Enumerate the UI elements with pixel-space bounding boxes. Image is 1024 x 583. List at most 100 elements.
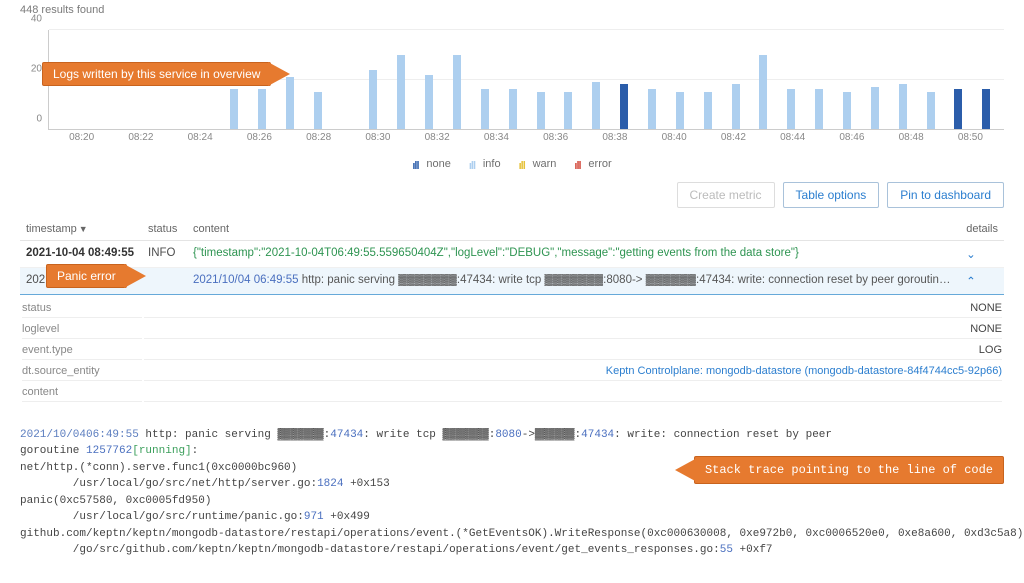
- collapse-toggle[interactable]: ⌃: [959, 268, 1004, 295]
- x-tick: 08:50: [941, 132, 1000, 150]
- bar-slot[interactable]: [499, 30, 527, 129]
- x-tick: 08:26: [230, 132, 289, 150]
- table-toolbar: Create metric Table options Pin to dashb…: [20, 178, 1004, 218]
- bar-slot[interactable]: [805, 30, 833, 129]
- table-options-button[interactable]: Table options: [783, 182, 880, 208]
- chart-bar: [732, 84, 740, 129]
- kv-val: LOG: [144, 341, 1002, 360]
- chart-bar: [314, 92, 322, 129]
- x-tick: 08:36: [526, 132, 585, 150]
- bar-slot[interactable]: [972, 30, 1000, 129]
- chart-bar: [397, 55, 405, 129]
- legend-swatch-icon: ıll: [519, 160, 529, 168]
- legend-swatch-icon: ıll: [412, 160, 422, 168]
- legend-label: none: [426, 158, 450, 170]
- chevron-down-icon: ⌄: [965, 247, 977, 261]
- bar-slot[interactable]: [387, 30, 415, 129]
- col-status[interactable]: status: [142, 218, 187, 241]
- col-details[interactable]: details: [959, 218, 1004, 241]
- results-count: 448 results found: [20, 0, 1004, 20]
- chart-bar: [230, 89, 238, 129]
- chart-bar: [759, 55, 767, 129]
- x-tick: 08:40: [645, 132, 704, 150]
- col-content[interactable]: content: [187, 218, 959, 241]
- cell-content: {"timestamp":"2021-10-04T06:49:55.559650…: [187, 241, 959, 268]
- x-tick: 08:46: [822, 132, 881, 150]
- chart-legend: ıllnoneıllinfoıllwarnıllerror: [20, 156, 1004, 178]
- chart-bar: [564, 92, 572, 129]
- x-tick: 08:44: [763, 132, 822, 150]
- bar-slot[interactable]: [415, 30, 443, 129]
- expand-toggle[interactable]: ⌄: [959, 241, 1004, 268]
- bar-slot[interactable]: [332, 30, 360, 129]
- bar-slot[interactable]: [945, 30, 973, 129]
- stack-trace: 2021/10/0406:49:55 http: panic serving ▓…: [20, 410, 1004, 575]
- detail-kv-table: statusNONE loglevelNONE event.typeLOG dt…: [20, 297, 1004, 404]
- col-timestamp[interactable]: timestamp▼: [20, 218, 142, 241]
- bar-slot[interactable]: [889, 30, 917, 129]
- chart-bar: [871, 87, 879, 129]
- cell-status: [142, 268, 187, 295]
- chart-bar: [787, 89, 795, 129]
- bar-slot[interactable]: [359, 30, 387, 129]
- kv-val: NONE: [144, 320, 1002, 339]
- x-tick: 08:20: [52, 132, 111, 150]
- chart-bar: [954, 89, 962, 129]
- chart-bar: [899, 84, 907, 129]
- bar-slot[interactable]: [527, 30, 555, 129]
- y-tick: 0: [36, 114, 42, 125]
- legend-swatch-icon: ıll: [469, 160, 479, 168]
- legend-item-info[interactable]: ıllinfo: [469, 158, 501, 170]
- chart-bar: [815, 89, 823, 129]
- bar-slot[interactable]: [582, 30, 610, 129]
- source-entity-link[interactable]: Keptn Controlplane: mongodb-datastore (m…: [144, 362, 1002, 381]
- log-histogram-chart: Logs written by this service in overview…: [20, 20, 1004, 150]
- bar-slot[interactable]: [666, 30, 694, 129]
- legend-item-warn[interactable]: ıllwarn: [519, 158, 557, 170]
- x-axis: 08:2008:2208:2408:2608:2808:3008:3208:34…: [48, 132, 1004, 150]
- x-tick: 08:38: [585, 132, 644, 150]
- x-tick: 08:30: [348, 132, 407, 150]
- chart-bar: [676, 92, 684, 129]
- bar-slot[interactable]: [443, 30, 471, 129]
- table-row[interactable]: 2021-10-04 08:49:55 INFO {"timestamp":"2…: [20, 241, 1004, 268]
- x-tick: 08:42: [704, 132, 763, 150]
- kv-val: NONE: [144, 299, 1002, 318]
- chart-bar: [481, 89, 489, 129]
- chart-bar: [258, 89, 266, 129]
- legend-item-error[interactable]: ıllerror: [574, 158, 611, 170]
- kv-key: dt.source_entity: [22, 362, 142, 381]
- legend-item-none[interactable]: ıllnone: [412, 158, 450, 170]
- chart-bar: [453, 55, 461, 129]
- chart-bar: [369, 70, 377, 129]
- x-tick: 08:34: [467, 132, 526, 150]
- y-tick: 20: [31, 64, 42, 75]
- bar-slot[interactable]: [304, 30, 332, 129]
- bar-slot[interactable]: [833, 30, 861, 129]
- pin-to-dashboard-button[interactable]: Pin to dashboard: [887, 182, 1004, 208]
- y-tick: 40: [31, 14, 42, 25]
- x-tick: 08:32: [408, 132, 467, 150]
- kv-key: event.type: [22, 341, 142, 360]
- legend-swatch-icon: ıll: [574, 160, 584, 168]
- log-table: timestamp▼ status content details 2021-1…: [20, 218, 1004, 295]
- sort-indicator-icon: ▼: [79, 224, 88, 234]
- bar-slot[interactable]: [610, 30, 638, 129]
- bar-slot[interactable]: [722, 30, 750, 129]
- bar-slot[interactable]: [777, 30, 805, 129]
- annotation-panic: Panic error: [46, 264, 127, 288]
- bar-slot[interactable]: [861, 30, 889, 129]
- chart-bar: [982, 89, 990, 129]
- bar-slot[interactable]: [694, 30, 722, 129]
- bar-slot[interactable]: [638, 30, 666, 129]
- x-tick: 08:22: [111, 132, 170, 150]
- chart-bar: [537, 92, 545, 129]
- bar-slot[interactable]: [554, 30, 582, 129]
- bar-slot[interactable]: [917, 30, 945, 129]
- annotation-overview: Logs written by this service in overview: [42, 62, 271, 86]
- table-row[interactable]: 2021- Panic error 2021/10/04 06:49:55 ht…: [20, 268, 1004, 295]
- chart-bar: [592, 82, 600, 129]
- bar-slot[interactable]: [749, 30, 777, 129]
- bar-slot[interactable]: [471, 30, 499, 129]
- legend-label: warn: [533, 158, 557, 170]
